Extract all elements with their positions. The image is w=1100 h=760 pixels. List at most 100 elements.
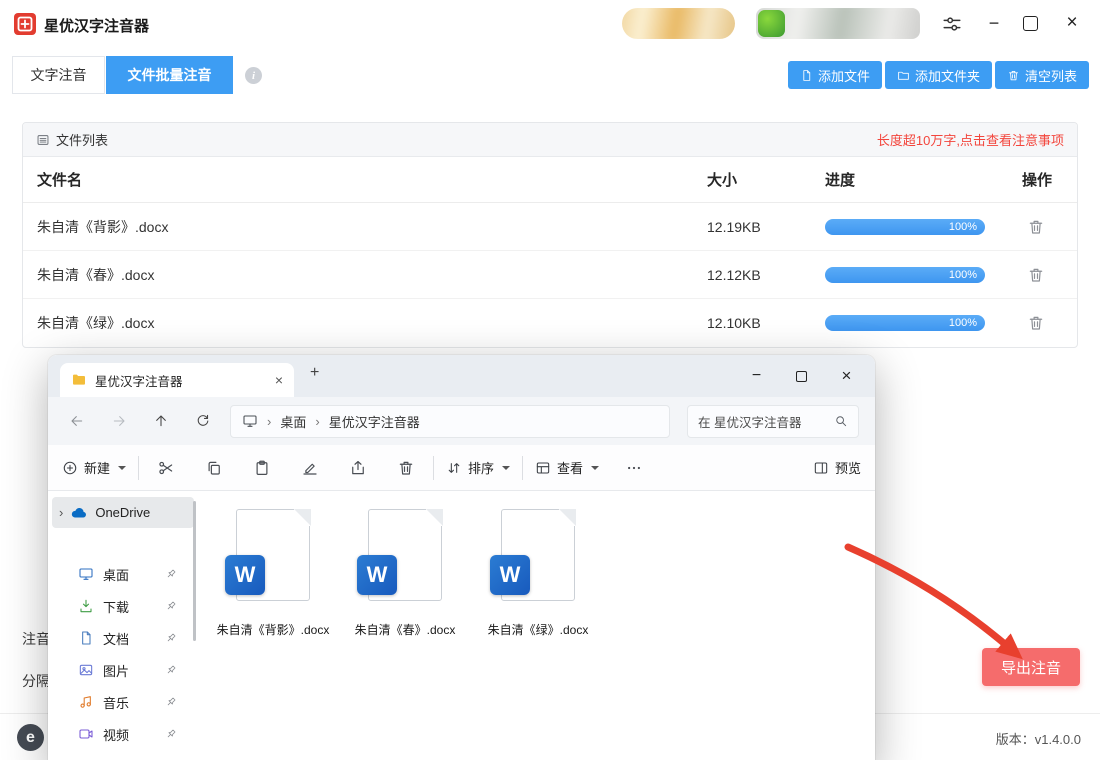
up-button[interactable] [140,413,182,429]
sidebar-item-videos[interactable]: 视频 [48,718,198,750]
search-icon [834,414,848,428]
file-item[interactable]: W 朱自清《春》.docx [339,509,471,638]
chevron-right-icon: › [267,414,271,429]
breadcrumb[interactable]: › 桌面 › 星优汉字注音器 [230,405,670,438]
preview-button[interactable]: 预览 [813,458,861,477]
explorer-maximize-button[interactable] [779,355,824,397]
panel-title-label: 文件列表 [56,130,108,149]
file-explorer-window: 星优汉字注音器 × + − × › 桌面 › 星优汉字注音器 [48,355,875,760]
version-label: 版本：v1.4.0.0 [996,729,1081,748]
progress-bar: 100% [825,219,985,235]
paste-button[interactable] [247,459,277,477]
new-tab-button[interactable]: + [310,364,319,382]
file-item[interactable]: W 朱自清《绿》.docx [472,509,604,638]
minimize-button[interactable]: − [982,11,1006,35]
tab-text-annotate[interactable]: 文字注音 [12,56,105,94]
word-file-icon: W [472,509,604,609]
sort-icon [446,460,462,476]
preview-label: 预览 [835,458,861,477]
forward-button[interactable] [98,413,140,429]
delete-button[interactable] [391,459,421,477]
delete-row-button[interactable] [1027,313,1047,333]
user-chip-blurred[interactable] [756,8,920,39]
sort-button[interactable]: 排序 [446,458,510,477]
picture-icon [78,662,94,678]
chevron-down-icon [591,466,599,470]
sidebar-item-label: 图片 [103,661,129,680]
clear-list-button[interactable]: 清空列表 [995,61,1089,89]
document-icon [800,69,813,82]
sidebar-scrollbar[interactable] [193,501,196,641]
panel-title: 文件列表 [36,130,108,149]
length-notice-link[interactable]: 长度超10万字,点击查看注意事项 [877,130,1064,149]
cut-button[interactable] [151,459,181,477]
table-row: 朱自清《绿》.docx 12.10KB 100% [23,299,1077,347]
panel-header: 文件列表 长度超10万字,点击查看注意事项 [23,123,1077,157]
add-file-label: 添加文件 [818,66,870,85]
avatar [758,10,785,37]
music-icon [78,694,94,710]
progress-label: 100% [949,269,977,281]
info-icon[interactable]: i [245,67,262,84]
close-button[interactable]: × [1060,11,1084,35]
trash-icon [1027,314,1045,332]
maximize-button[interactable] [1023,16,1038,31]
copy-button[interactable] [199,459,229,477]
breadcrumb-folder[interactable]: 星优汉字注音器 [329,412,420,431]
pin-icon [165,728,177,740]
sidebar-item-partial[interactable] [48,750,198,760]
folder-icon [897,69,910,82]
refresh-button[interactable] [182,413,224,429]
sidebar-item-desktop[interactable]: 桌面 [48,558,198,590]
e-logo-icon[interactable]: e [17,724,44,751]
explorer-address-bar: › 桌面 › 星优汉字注音器 在 星优汉字注音器 [48,397,875,445]
onedrive-cloud-icon [70,504,88,522]
export-pinyin-button[interactable]: 导出注音 [982,648,1080,686]
explorer-tabstrip: 星优汉字注音器 × + − × [48,355,875,397]
tab-close-icon[interactable]: × [275,372,283,388]
breadcrumb-desktop[interactable]: 桌面 [280,412,306,431]
back-button[interactable] [56,413,98,429]
delete-row-button[interactable] [1027,217,1047,237]
more-options-button[interactable] [619,459,649,477]
add-folder-button[interactable]: 添加文件夹 [885,61,992,89]
progress-label: 100% [949,221,977,233]
word-file-icon: W [339,509,471,609]
download-icon [78,598,94,614]
settings-label-partial: 注音 [22,629,50,649]
explorer-tab-title: 星优汉字注音器 [95,371,183,390]
sidebar-item-downloads[interactable]: 下载 [48,590,198,622]
col-filename: 文件名 [37,169,707,190]
clear-list-label: 清空列表 [1025,66,1077,85]
progress-bar: 100% [825,267,985,283]
table-row: 朱自清《背影》.docx 12.19KB 100% [23,203,1077,251]
sidebar-item-music[interactable]: 音乐 [48,686,198,718]
new-button[interactable]: 新建 [62,458,126,477]
maximize-icon [796,371,807,382]
sidebar-item-documents[interactable]: 文档 [48,622,198,654]
table-row: 朱自清《春》.docx 12.12KB 100% [23,251,1077,299]
new-label: 新建 [84,458,110,477]
share-button[interactable] [343,459,373,477]
delete-row-button[interactable] [1027,265,1047,285]
settings-label-partial: 分隔 [22,671,50,691]
explorer-tab[interactable]: 星优汉字注音器 × [60,363,294,397]
rename-button[interactable] [295,459,325,477]
tab-batch-annotate[interactable]: 文件批量注音 [106,56,233,94]
explorer-search-input[interactable]: 在 星优汉字注音器 [687,405,859,438]
account-chip-blurred[interactable] [622,8,735,39]
word-badge: W [357,555,397,595]
folder-icon [71,372,87,388]
file-item[interactable]: W 朱自清《背影》.docx [207,509,339,638]
view-button[interactable]: 查看 [535,458,599,477]
add-file-button[interactable]: 添加文件 [788,61,882,89]
sidebar-item-label: 下载 [103,597,129,616]
explorer-minimize-button[interactable]: − [734,355,779,397]
settings-sliders-icon[interactable] [941,13,963,35]
sidebar-item-onedrive[interactable]: › OneDrive [52,497,194,528]
explorer-close-button[interactable]: × [824,355,869,397]
explorer-file-area: W 朱自清《背影》.docx W 朱自清《春》.docx W [198,491,875,760]
sidebar-item-pictures[interactable]: 图片 [48,654,198,686]
this-pc-icon [242,413,258,429]
col-size: 大小 [707,169,825,190]
